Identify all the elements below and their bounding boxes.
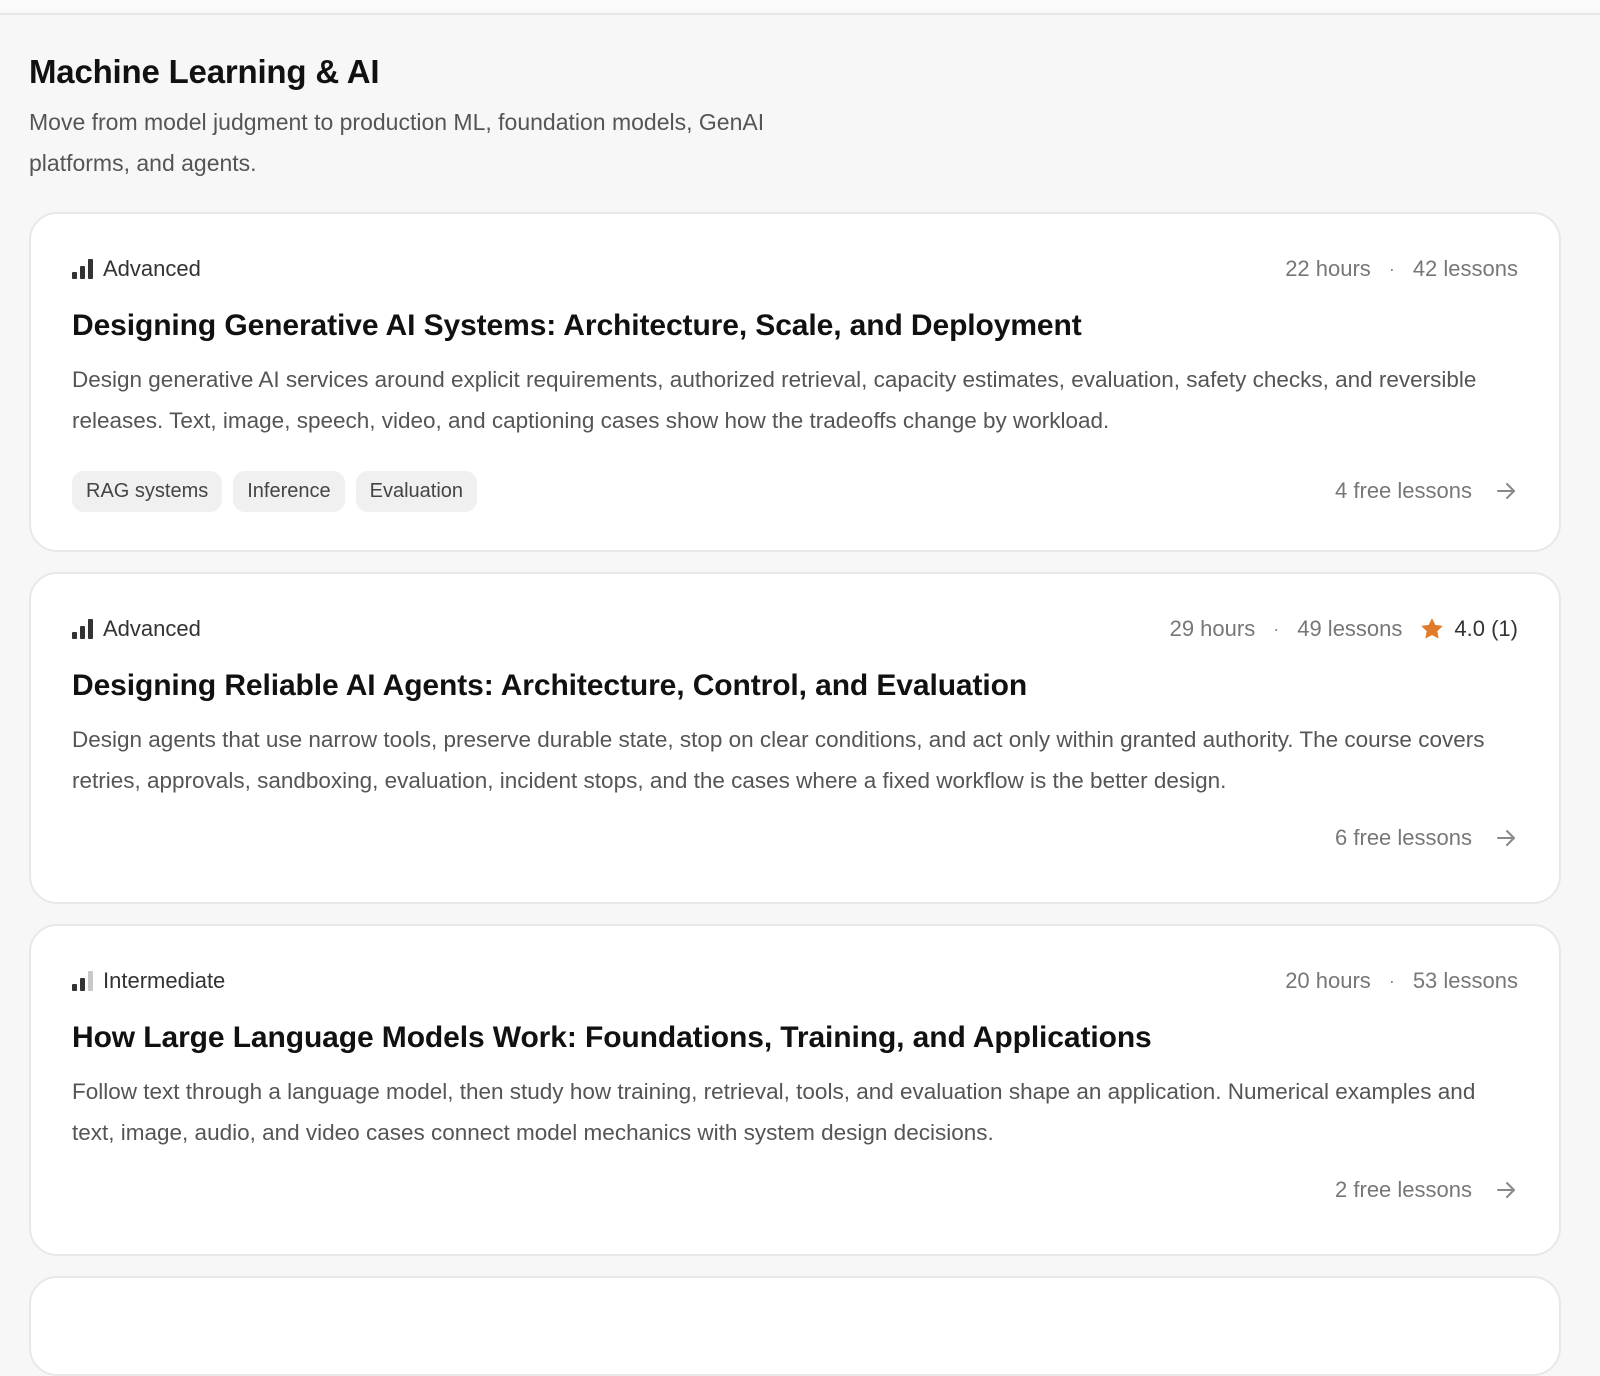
level-label: Intermediate — [103, 968, 226, 993]
course-footer: 6 free lessons — [72, 816, 1518, 860]
course-hours: 20 hours — [1285, 968, 1371, 993]
level-label: Advanced — [103, 616, 201, 641]
tag[interactable]: Evaluation — [355, 470, 478, 512]
course-stats: 20 hours · 53 lessons — [1285, 968, 1518, 994]
course-meta: Advanced 22 hours · 42 lessons — [72, 254, 1518, 284]
course-title[interactable]: How Large Language Models Work: Foundati… — [72, 1018, 1152, 1058]
tag[interactable]: RAG systems — [72, 470, 223, 512]
separator-dot: · — [1388, 258, 1395, 279]
course-meta: Advanced 29 hours · 49 lessons 4.0 (1) — [72, 614, 1518, 644]
course-footer: RAG systems Inference Evaluation 4 free … — [72, 469, 1518, 513]
separator-dot: · — [1388, 970, 1395, 991]
course-card[interactable]: Intermediate 20 hours · 53 lessons How L… — [29, 924, 1561, 1256]
free-lessons-link[interactable]: 2 free lessons — [1335, 1177, 1518, 1203]
course-title[interactable]: Designing Generative AI Systems: Archite… — [72, 306, 1082, 346]
section-title: Machine Learning & AI — [29, 53, 380, 90]
course-title[interactable]: Designing Reliable AI Agents: Architectu… — [72, 666, 1027, 706]
course-card[interactable]: Advanced 29 hours · 49 lessons 4.0 (1) D… — [29, 572, 1561, 904]
free-lessons-label: 6 free lessons — [1335, 825, 1472, 850]
course-lessons: 42 lessons — [1412, 256, 1518, 281]
course-rating: 4.0 (1) — [1420, 616, 1518, 642]
rating-value: 4.0 (1) — [1454, 616, 1518, 641]
course-card[interactable]: Advanced 22 hours · 42 lessons Designing… — [29, 212, 1561, 552]
tag[interactable]: Inference — [233, 470, 345, 512]
signal-bars-icon — [72, 971, 93, 991]
free-lessons-link[interactable]: 4 free lessons — [1335, 478, 1518, 504]
section-subtitle: Move from model judgment to production M… — [29, 109, 765, 176]
arrow-right-icon — [1497, 830, 1515, 846]
course-card[interactable] — [29, 1276, 1561, 1376]
course-description: Design generative AI services around exp… — [72, 367, 1477, 433]
arrow-right-icon — [1497, 483, 1515, 499]
course-lessons: 49 lessons — [1297, 616, 1403, 641]
signal-bars-icon — [72, 259, 93, 279]
course-hours: 22 hours — [1285, 256, 1371, 281]
level-indicator: Advanced — [72, 256, 201, 282]
course-lessons: 53 lessons — [1412, 968, 1518, 993]
course-footer: 2 free lessons — [72, 1168, 1518, 1212]
section-header: Machine Learning & AI Move from model ju… — [29, 50, 829, 184]
free-lessons-link[interactable]: 6 free lessons — [1335, 825, 1518, 851]
top-divider — [0, 0, 1600, 15]
tag-list: RAG systems Inference Evaluation — [72, 470, 478, 512]
level-indicator: Advanced — [72, 616, 201, 642]
course-meta: Intermediate 20 hours · 53 lessons — [72, 966, 1518, 996]
course-stats: 22 hours · 42 lessons — [1285, 256, 1518, 282]
signal-bars-icon — [72, 619, 93, 639]
free-lessons-label: 4 free lessons — [1335, 478, 1472, 503]
free-lessons-label: 2 free lessons — [1335, 1177, 1472, 1202]
level-indicator: Intermediate — [72, 968, 225, 994]
course-description: Follow text through a language model, th… — [72, 1079, 1476, 1145]
course-stats: 29 hours · 49 lessons 4.0 (1) — [1170, 616, 1518, 642]
course-hours: 29 hours — [1169, 616, 1256, 641]
arrow-right-icon — [1497, 1182, 1515, 1198]
level-label: Advanced — [103, 256, 201, 281]
separator-dot: · — [1273, 618, 1280, 639]
course-description: Design agents that use narrow tools, pre… — [72, 727, 1485, 793]
star-icon — [1422, 618, 1443, 639]
